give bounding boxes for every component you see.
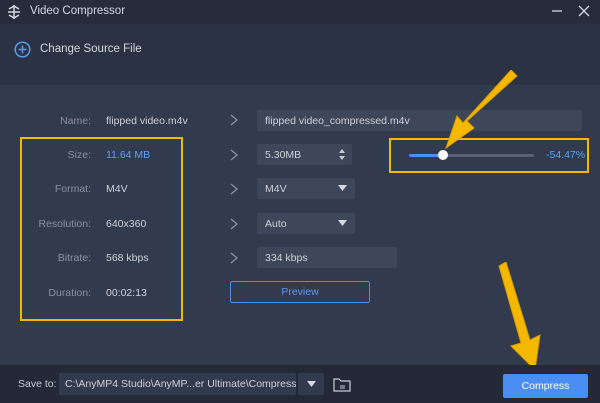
output-size-text: 5.30MB (265, 148, 302, 161)
chevron-right-icon (230, 114, 239, 126)
output-name-field[interactable]: flipped video_compressed.m4v (257, 110, 582, 131)
window-title: Video Compressor (30, 5, 126, 17)
spinner-arrows-icon[interactable] (338, 147, 346, 162)
output-size-stepper[interactable]: 5.30MB (257, 144, 352, 165)
compress-app-icon (8, 5, 20, 19)
source-info-highlight (20, 137, 183, 321)
annotation-arrow-icon (445, 70, 518, 150)
add-circle-icon (14, 40, 31, 58)
save-to-label: Save to: (18, 378, 57, 390)
title-bar: Video Compressor (0, 0, 600, 24)
minimize-icon[interactable] (550, 4, 564, 18)
caret-down-icon (338, 220, 347, 226)
name-label: Name: (60, 115, 91, 127)
chevron-right-icon (230, 252, 239, 264)
output-name-text: flipped video_compressed.m4v (265, 114, 410, 127)
compress-button[interactable]: Compress (503, 374, 588, 398)
resolution-selected: Auto (265, 217, 287, 230)
chevron-right-icon (230, 183, 239, 195)
annotation-arrow-icon (498, 262, 541, 372)
folder-icon[interactable] (333, 376, 351, 392)
source-name-value: flipped video.m4v (106, 115, 188, 127)
close-icon[interactable] (577, 4, 591, 18)
caret-down-icon (307, 381, 316, 387)
format-selected: M4V (265, 182, 287, 195)
save-path-text: C:\AnyMP4 Studio\AnyMP...er Ultimate\Com… (65, 378, 296, 390)
output-bitrate-field[interactable]: 334 kbps (257, 247, 397, 268)
caret-down-icon (338, 185, 347, 191)
format-dropdown[interactable]: M4V (257, 178, 355, 199)
output-bitrate-text: 334 kbps (265, 251, 308, 264)
save-path-field[interactable]: C:\AnyMP4 Studio\AnyMP...er Ultimate\Com… (59, 373, 296, 395)
resolution-dropdown[interactable]: Auto (257, 213, 355, 234)
save-path-dropdown[interactable] (298, 373, 324, 395)
change-source-button[interactable]: Change Source File (14, 39, 142, 59)
preview-button[interactable]: Preview (230, 281, 370, 303)
bottom-bar: Save to: C:\AnyMP4 Studio\AnyMP...er Ult… (0, 365, 600, 403)
chevron-right-icon (230, 218, 239, 230)
change-source-label: Change Source File (40, 43, 142, 55)
chevron-right-icon (230, 149, 239, 161)
